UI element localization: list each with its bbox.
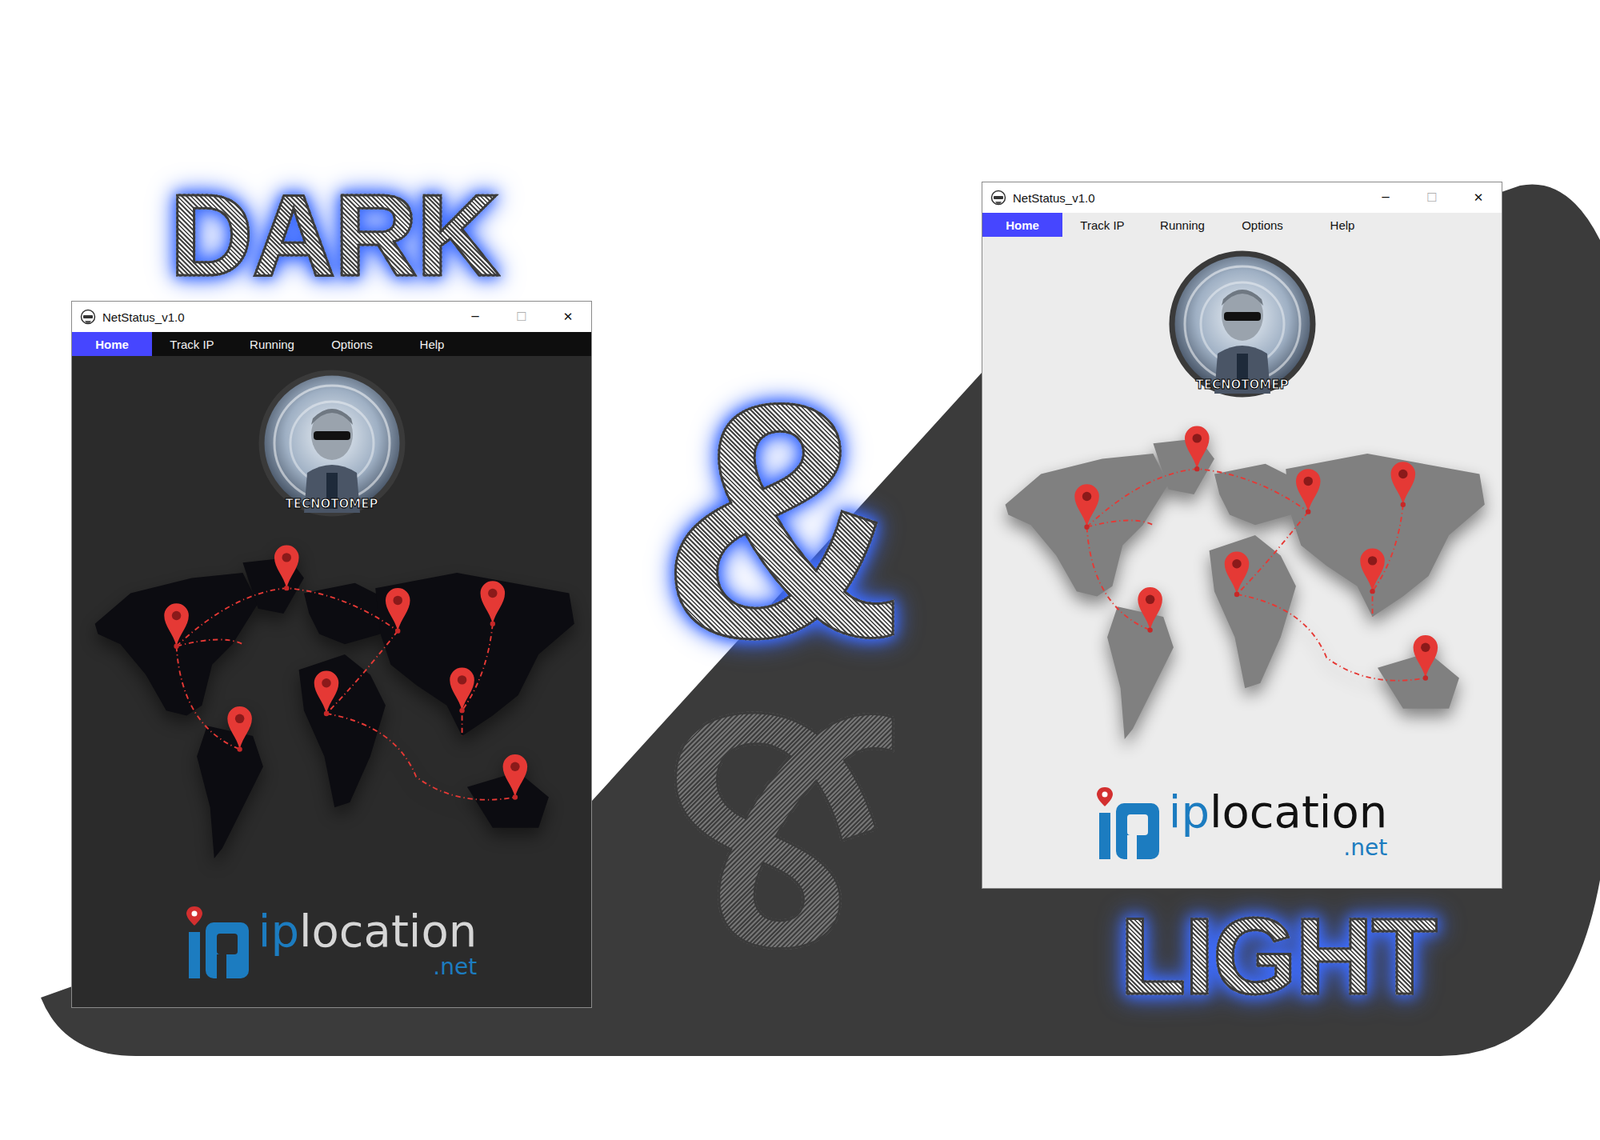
map-pin-icon [164, 603, 189, 649]
window-controls: ─☐✕ [1362, 182, 1502, 213]
map-pin-icon [384, 588, 410, 634]
logo-main: location [1209, 785, 1388, 838]
menu-item[interactable]: Home [982, 212, 1063, 237]
window-control[interactable]: ─ [452, 301, 499, 332]
continent [1213, 464, 1296, 526]
menu-item[interactable]: Home [72, 332, 152, 356]
avatar-label: TECNOTOMEP [285, 496, 379, 512]
avatar-icon [1168, 249, 1317, 399]
map-pin-icon [1412, 635, 1438, 681]
logo-suffix: .net [1343, 836, 1388, 861]
window-control[interactable]: ☐ [1408, 182, 1456, 213]
iplocation-logo: iplocation.net [1096, 787, 1388, 861]
promo-canvas: DARK&&LIGHTNetStatus_v1.0─☐✕HomeTrack IP… [0, 0, 1600, 1140]
world-map [1000, 412, 1485, 740]
continent [94, 572, 258, 716]
logo-suffix: .net [432, 955, 477, 980]
logo-main: location [299, 904, 477, 957]
continent [1004, 453, 1168, 597]
continent [1285, 453, 1485, 617]
continent [298, 654, 385, 808]
window-body: TECNOTOMEP iplocation.net [982, 236, 1502, 888]
avatar-logo: TECNOTOMEP [257, 368, 407, 518]
app-window: NetStatus_v1.0─☐✕HomeTrack IPRunningOpti… [71, 300, 592, 1008]
map-pin-icon [273, 545, 299, 592]
map-pin-icon [1295, 468, 1320, 515]
iplocation-mark-icon [1096, 787, 1161, 861]
route-line [176, 588, 398, 647]
menu-item[interactable]: Options [1222, 212, 1303, 237]
map-pin-icon [1224, 551, 1249, 597]
avatar-logo: TECNOTOMEP [1168, 249, 1317, 399]
map-pin-icon [449, 668, 475, 714]
menu-bar: HomeTrack IPRunningOptionsHelp [982, 212, 1502, 237]
map-pin-icon [313, 670, 339, 716]
menu-item[interactable]: Track IP [152, 332, 232, 356]
continent [196, 725, 264, 859]
avatar-icon [257, 368, 407, 518]
route-line [176, 639, 243, 646]
route-line [1086, 520, 1153, 527]
route-line [1086, 527, 1150, 631]
window-control[interactable]: ✕ [544, 301, 592, 332]
map-pin-icon [1360, 548, 1385, 595]
map-pin-icon [1184, 426, 1209, 472]
avatar-label: TECNOTOMEP [1196, 377, 1289, 392]
window-body: TECNOTOMEP iplocation.net [72, 356, 592, 1008]
continent [1208, 535, 1296, 688]
ampersand-reflection: & [660, 664, 904, 1000]
window-title: NetStatus_v1.0 [102, 310, 446, 324]
world-map [89, 532, 575, 859]
route-line [1086, 468, 1308, 528]
ampersand: & [660, 352, 904, 688]
iplocation-logo: iplocation.net [186, 906, 477, 980]
window-control[interactable]: ─ [1362, 182, 1409, 213]
menu-item[interactable]: Running [232, 332, 312, 356]
map-pin-icon [480, 580, 505, 627]
helmet-icon [80, 308, 96, 325]
menu-item[interactable]: Help [392, 332, 472, 356]
menu-item[interactable]: Track IP [1062, 212, 1143, 237]
route-line [1236, 594, 1425, 681]
route-line [1236, 512, 1308, 595]
route-line [325, 713, 515, 800]
map-pin-icon [1390, 461, 1416, 508]
continent [303, 583, 385, 645]
window-control[interactable]: ☐ [498, 301, 545, 332]
continent [375, 572, 575, 736]
map-pin-icon [1074, 484, 1100, 530]
menu-bar: HomeTrack IPRunningOptionsHelp [72, 332, 592, 356]
map-pin-icon [227, 706, 252, 752]
window-controls: ─☐✕ [452, 301, 592, 332]
menu-item[interactable]: Running [1142, 212, 1223, 237]
light-heading: LIGHT [1120, 902, 1436, 1011]
route-line [176, 646, 240, 750]
helmet-icon [990, 189, 1007, 206]
logo-prefix: ip [1168, 785, 1210, 838]
route-line [325, 631, 397, 714]
map-pin-icon [502, 754, 528, 800]
window-title: NetStatus_v1.0 [1012, 191, 1356, 205]
map-pin-icon [1137, 587, 1163, 633]
title-bar: NetStatus_v1.0 ─☐✕ [72, 301, 592, 332]
title-bar: NetStatus_v1.0 ─☐✕ [982, 182, 1502, 213]
iplocation-mark-icon [186, 906, 251, 980]
dark-heading: DARK [169, 177, 499, 294]
window-control[interactable]: ✕ [1455, 182, 1502, 213]
app-window: NetStatus_v1.0─☐✕HomeTrack IPRunningOpti… [981, 181, 1503, 889]
menu-item[interactable]: Options [312, 332, 392, 356]
continent [1107, 606, 1174, 740]
logo-prefix: ip [258, 904, 300, 957]
menu-item[interactable]: Help [1302, 212, 1383, 237]
